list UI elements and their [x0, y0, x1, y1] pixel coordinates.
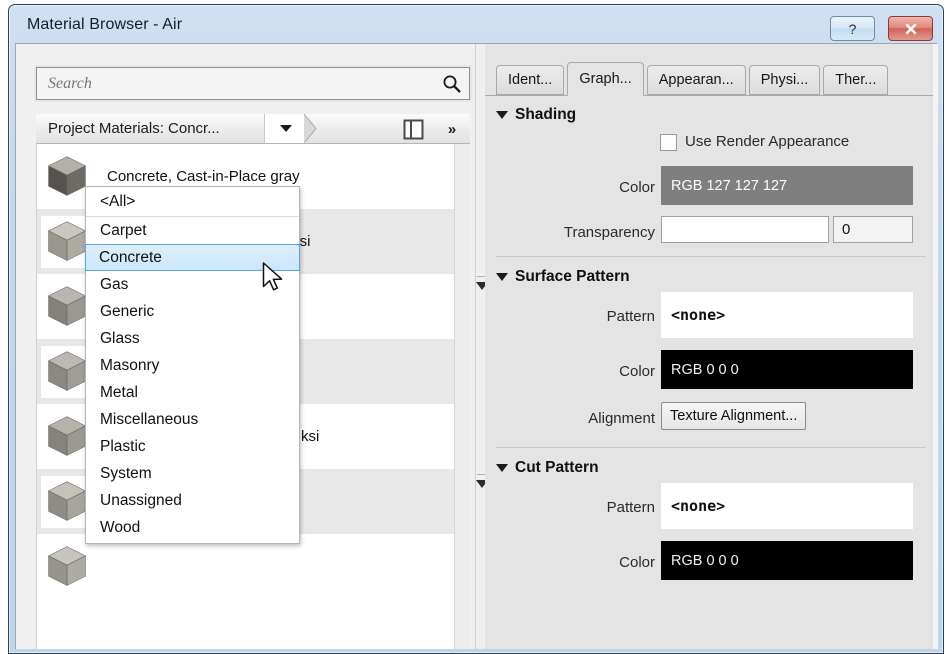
tab-label: Appearan...	[658, 72, 734, 88]
transparency-value-field[interactable]: 0	[833, 216, 913, 243]
properties-pane: Ident... Graph... Appearan... Physi... Ther.…	[485, 44, 938, 649]
shading-color-label: Color	[619, 179, 655, 196]
collapse-triangle-icon	[496, 464, 508, 472]
section-cut-pattern[interactable]: Cut Pattern	[496, 459, 599, 477]
category-dropdown-button[interactable]	[264, 114, 306, 143]
close-icon	[905, 23, 916, 34]
breadcrumb-bar: Project Materials: Concr... »	[36, 114, 470, 144]
cut-color-value: RGB 0 0 0	[671, 552, 739, 569]
dropdown-item-unassigned[interactable]: Unassigned	[86, 487, 299, 514]
material-thumbnail-icon	[41, 540, 93, 593]
collapse-triangle-icon	[496, 273, 508, 281]
shading-color-swatch[interactable]: RGB 127 127 127	[661, 166, 913, 205]
pane-divider[interactable]	[475, 44, 488, 649]
category-dropdown-menu[interactable]: <All> Carpet Concrete Gas Generic Glass Masonr…	[85, 186, 300, 544]
title-bar[interactable]: Material Browser - Air ?	[9, 5, 943, 45]
material-name: Concrete, Cast-in-Place gray	[107, 168, 300, 185]
dropdown-item-generic[interactable]: Generic	[86, 298, 299, 325]
layout-panel-icon	[403, 119, 423, 139]
surface-pattern-label: Pattern	[606, 308, 655, 325]
surface-pattern-value: <none>	[671, 306, 726, 324]
dropdown-item-all[interactable]: <All>	[86, 187, 299, 217]
surface-color-label: Color	[619, 363, 655, 380]
transparency-label: Transparency	[563, 224, 655, 241]
tab-label: Ther...	[835, 72, 877, 88]
section-surface-pattern-label: Surface Pattern	[515, 268, 630, 285]
surface-pattern-field[interactable]: <none>	[661, 292, 913, 338]
tab-0[interactable]: Ident...	[496, 65, 565, 95]
dropdown-item-system[interactable]: System	[86, 460, 299, 487]
layout-panel-button[interactable]	[400, 117, 426, 141]
cut-color-label: Color	[619, 554, 655, 571]
dropdown-item-masonry[interactable]: Masonry	[86, 352, 299, 379]
dropdown-item-miscellaneous[interactable]: Miscellaneous	[86, 406, 299, 433]
use-render-appearance-label: Use Render Appearance	[685, 133, 850, 150]
texture-alignment-button[interactable]: Texture Alignment...	[661, 402, 807, 430]
section-cut-pattern-label: Cut Pattern	[515, 459, 599, 476]
section-shading[interactable]: Shading	[496, 106, 576, 124]
tab-label: Graph...	[579, 71, 632, 87]
dropdown-item-plastic[interactable]: Plastic	[86, 433, 299, 460]
section-surface-pattern[interactable]: Surface Pattern	[496, 268, 630, 286]
search-box[interactable]	[36, 67, 470, 100]
cut-pattern-label: Pattern	[606, 499, 655, 516]
cut-pattern-field[interactable]: <none>	[661, 483, 913, 529]
dropdown-item-wood[interactable]: Wood	[86, 514, 299, 541]
search-input[interactable]	[46, 68, 426, 99]
divider-line	[496, 447, 926, 448]
cut-color-swatch[interactable]: RGB 0 0 0	[661, 541, 913, 580]
dropdown-item-metal[interactable]: Metal	[86, 379, 299, 406]
breadcrumb-chevron-icon	[304, 114, 326, 143]
help-button[interactable]: ?	[830, 16, 875, 41]
help-icon: ?	[848, 20, 857, 37]
section-shading-label: Shading	[515, 106, 577, 123]
dropdown-item-concrete[interactable]: Concrete	[85, 244, 300, 271]
surface-alignment-label: Alignment	[588, 410, 655, 427]
dropdown-item-glass[interactable]: Glass	[86, 325, 299, 352]
transparency-slider[interactable]	[661, 216, 829, 243]
tab-label: Ident...	[508, 72, 553, 88]
tab-1[interactable]: Graph...	[567, 62, 644, 96]
tab-label: Physi...	[760, 72, 809, 88]
divider-line	[496, 256, 926, 257]
materials-scrollbar[interactable]	[454, 144, 470, 649]
more-options-button[interactable]: »	[440, 118, 464, 140]
tab-4[interactable]: Ther...	[823, 65, 889, 95]
cut-pattern-value: <none>	[671, 497, 726, 515]
collapse-triangle-icon	[496, 111, 508, 119]
properties-scrollbar[interactable]	[933, 44, 938, 649]
breadcrumb-label: Project Materials: Concr...	[48, 120, 220, 137]
close-button[interactable]	[888, 16, 933, 41]
window-title: Material Browser - Air	[27, 16, 183, 33]
search-icon[interactable]	[442, 74, 461, 98]
surface-color-value: RGB 0 0 0	[671, 361, 739, 378]
material-browser-window: Material Browser - Air ? Search Project …	[8, 4, 944, 654]
tab-3[interactable]: Physi...	[748, 65, 821, 95]
shading-color-value: RGB 127 127 127	[671, 177, 788, 194]
use-render-appearance-checkbox[interactable]	[660, 134, 677, 151]
dropdown-item-carpet[interactable]: Carpet	[86, 217, 299, 244]
caret-down-icon	[279, 125, 292, 132]
surface-color-swatch[interactable]: RGB 0 0 0	[661, 350, 913, 389]
materials-pane: Project Materials: Concr...	[16, 44, 475, 649]
tab-2[interactable]: Appearan...	[646, 65, 746, 95]
dropdown-item-gas[interactable]: Gas	[86, 271, 299, 298]
property-tabs: Ident... Graph... Appearan... Physi... Ther.…	[485, 60, 938, 96]
dialog-client-area: Project Materials: Concr...	[15, 43, 938, 649]
